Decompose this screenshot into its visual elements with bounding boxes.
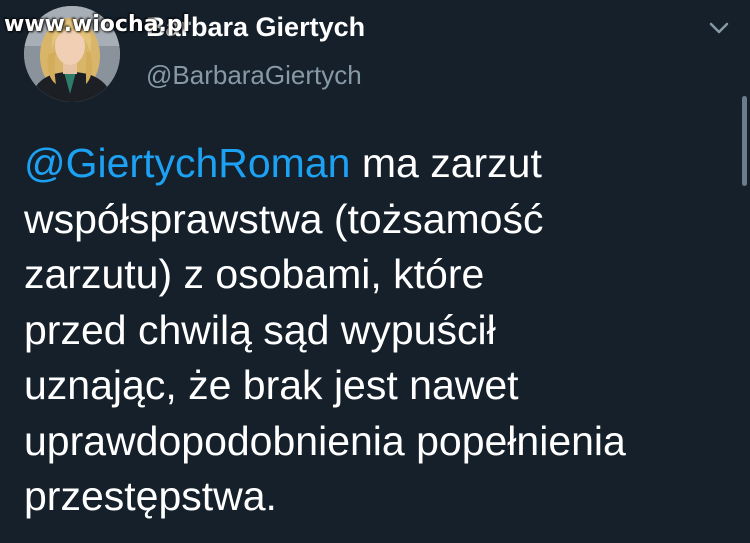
chevron-down-icon[interactable] <box>706 18 732 38</box>
tweet-line: współsprawstwa (tożsamość <box>24 195 544 242</box>
tweet-line: @GiertychRoman ma zarzut <box>24 136 724 192</box>
tweet-card: www.wiocha.pl Barbara Giertych @BarbaraG… <box>0 0 750 543</box>
tweet-text: @GiertychRoman ma zarzut współsprawstwa … <box>24 136 724 525</box>
tweet-line: przed chwilą sąd wypuścił <box>24 306 496 353</box>
tweet-line-text: ma zarzut <box>350 140 542 186</box>
author-handle[interactable]: @BarbaraGiertych <box>146 60 362 91</box>
tweet-line: zarzutu) z osobami, które <box>24 251 485 297</box>
scrollbar[interactable] <box>742 96 747 186</box>
tweet-line: uznając, że brak jest nawet <box>24 362 519 408</box>
watermark: www.wiocha.pl <box>4 12 191 37</box>
tweet-line: uprawdopodobnienia popełnienia <box>24 417 626 464</box>
tweet-line: przestępstwa. <box>24 473 277 519</box>
mention-link[interactable]: @GiertychRoman <box>24 140 350 186</box>
